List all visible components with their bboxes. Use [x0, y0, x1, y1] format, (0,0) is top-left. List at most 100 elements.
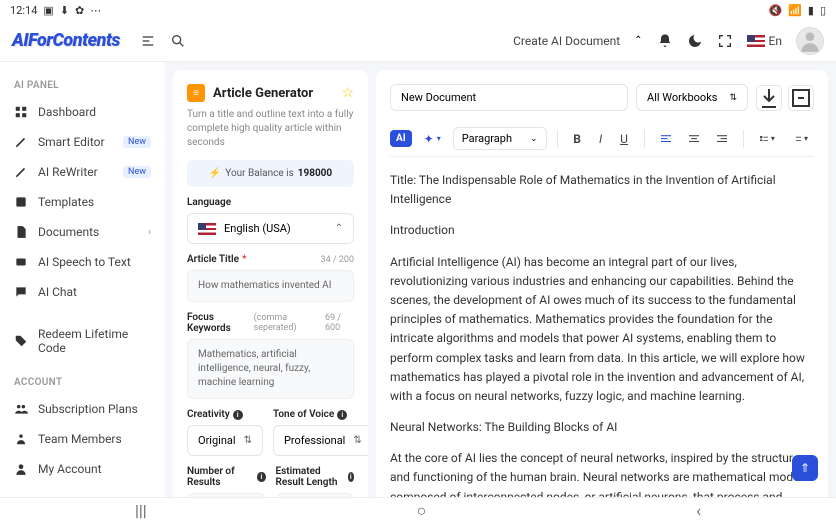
sidebar-item-account[interactable]: My Account: [0, 454, 165, 484]
export-button[interactable]: [788, 85, 814, 111]
nav-recent-icon[interactable]: |||: [135, 501, 147, 520]
creativity-label: Creativityi: [187, 409, 263, 420]
workbook-select[interactable]: All Workbooks⇅: [636, 84, 748, 111]
chat-icon: [14, 285, 28, 299]
documents-icon: [14, 225, 28, 239]
sparkle-button[interactable]: ✦▾: [418, 128, 447, 150]
doc-paragraph: At the core of AI lies the concept of ne…: [390, 449, 810, 501]
create-document-button[interactable]: Create AI Document: [513, 34, 620, 48]
title-label: Article Title*34 / 200: [187, 254, 354, 265]
italic-button[interactable]: I: [593, 128, 608, 150]
generator-description: Turn a title and outline text into a ful…: [187, 108, 354, 150]
sort-icon: ⇅: [244, 435, 252, 446]
paragraph-select[interactable]: Paragraph⌄: [453, 127, 547, 150]
team-icon: [14, 432, 28, 446]
align-left-button[interactable]: [655, 131, 677, 146]
templates-icon: [14, 195, 28, 209]
keywords-label: Focus Keywords (comma seperated)69 / 600: [187, 312, 354, 334]
align-center-button[interactable]: [683, 131, 705, 146]
nav-home-icon[interactable]: ○: [417, 501, 427, 521]
sidebar-item-label: Subscription Plans: [38, 402, 138, 416]
sidebar-item-speech[interactable]: AI Speech to Text: [0, 247, 165, 277]
language-select[interactable]: English (USA)⌃: [187, 213, 354, 244]
search-icon[interactable]: [170, 33, 186, 49]
tone-select[interactable]: Professional⇅: [273, 425, 368, 456]
dashboard-icon: [14, 105, 28, 119]
status-time: 12:14: [10, 4, 37, 17]
plans-icon: [14, 402, 28, 416]
moon-icon[interactable]: [687, 33, 703, 49]
sidebar-item-label: Templates: [38, 195, 94, 209]
length-label: Estimated Result Lengthi: [276, 466, 355, 488]
bullet-list-button[interactable]: ▾: [754, 130, 781, 147]
divider: [557, 130, 558, 148]
sidebar-item-plans[interactable]: Subscription Plans: [0, 394, 165, 424]
app-logo[interactable]: AIForContents: [12, 30, 120, 51]
fullscreen-icon[interactable]: [717, 33, 733, 49]
language-selector[interactable]: En: [747, 34, 782, 48]
sidebar-section-label: ACCOUNT: [0, 371, 165, 394]
ai-button[interactable]: AI: [390, 130, 412, 147]
sidebar-item-redeem[interactable]: Redeem Lifetime Code: [0, 319, 165, 363]
divider: [743, 130, 744, 148]
image-icon: ▣: [43, 4, 53, 17]
language-label: Language: [187, 197, 354, 208]
sidebar-item-label: Smart Editor: [38, 135, 105, 149]
info-icon[interactable]: i: [233, 410, 243, 420]
sidebar-item-label: Documents: [38, 225, 99, 239]
sidebar-item-documents[interactable]: Documents ›: [0, 217, 165, 247]
sidebar-item-rewriter[interactable]: AI ReWriterNew: [0, 157, 165, 187]
sidebar-item-label: Team Members: [38, 432, 122, 446]
bold-button[interactable]: B: [567, 128, 587, 150]
wifi-icon: 📶: [788, 4, 802, 17]
download-icon: ⬇: [60, 4, 69, 17]
bell-icon[interactable]: [657, 33, 673, 49]
sidebar-item-smart-editor[interactable]: Smart Editor New: [0, 127, 165, 157]
chevron-up-icon: ⌃: [335, 223, 343, 234]
sort-icon: ⇅: [729, 93, 737, 103]
account-icon: [14, 462, 28, 476]
sidebar-item-label: AI Chat: [38, 285, 77, 299]
menu-toggle-icon[interactable]: [140, 33, 156, 49]
info-icon[interactable]: i: [337, 410, 347, 420]
divider: [644, 130, 645, 148]
keywords-input[interactable]: Mathematics, artificial intelligence, ne…: [187, 339, 354, 399]
tag-icon: [14, 334, 28, 348]
speech-icon: [14, 255, 28, 269]
sidebar-item-dashboard[interactable]: Dashboard: [0, 97, 165, 127]
document-name-input[interactable]: New Document: [390, 84, 628, 111]
number-list-button[interactable]: ▾: [787, 130, 814, 147]
generator-title: Article Generator: [213, 86, 313, 101]
sidebar-item-team[interactable]: Team Members: [0, 424, 165, 454]
info-icon[interactable]: i: [348, 472, 354, 482]
user-avatar[interactable]: [796, 27, 824, 55]
doc-paragraph: Artificial Intelligence (AI) has become …: [390, 253, 810, 407]
sidebar-item-label: My Account: [38, 462, 102, 476]
doc-heading: Introduction: [390, 221, 810, 240]
download-button[interactable]: [756, 85, 782, 111]
tone-label: Tone of Voicei: [273, 409, 368, 420]
chevron-up-icon[interactable]: ⌃: [634, 35, 642, 46]
balance-display: ⚡ Your Balance is 198000: [187, 160, 354, 187]
info-icon[interactable]: i: [257, 472, 265, 482]
settings-icon: ✿: [75, 4, 84, 17]
article-title-input[interactable]: How mathematics invented AI: [187, 270, 354, 302]
sidebar-item-label: AI ReWriter: [38, 165, 98, 179]
sidebar-item-label: AI Speech to Text: [38, 255, 131, 269]
document-body[interactable]: Title: The Indispensable Role of Mathema…: [390, 171, 814, 501]
chevron-right-icon: ›: [148, 227, 151, 238]
underline-button[interactable]: U: [614, 128, 634, 150]
document-icon: ≡: [187, 84, 205, 102]
align-right-button[interactable]: [711, 131, 733, 146]
pen-icon: [14, 135, 28, 149]
scroll-top-button[interactable]: ⇑: [792, 455, 818, 481]
signal-icon: ▮: [808, 4, 814, 17]
new-badge: New: [123, 136, 151, 148]
doc-title: Title: The Indispensable Role of Mathema…: [390, 171, 810, 209]
nav-back-icon[interactable]: ‹: [696, 501, 701, 520]
creativity-select[interactable]: Original⇅: [187, 425, 263, 456]
sidebar-item-templates[interactable]: Templates: [0, 187, 165, 217]
star-icon[interactable]: ☆: [341, 85, 354, 101]
sidebar-item-label: Redeem Lifetime Code: [38, 327, 151, 355]
sidebar-item-chat[interactable]: AI Chat: [0, 277, 165, 307]
